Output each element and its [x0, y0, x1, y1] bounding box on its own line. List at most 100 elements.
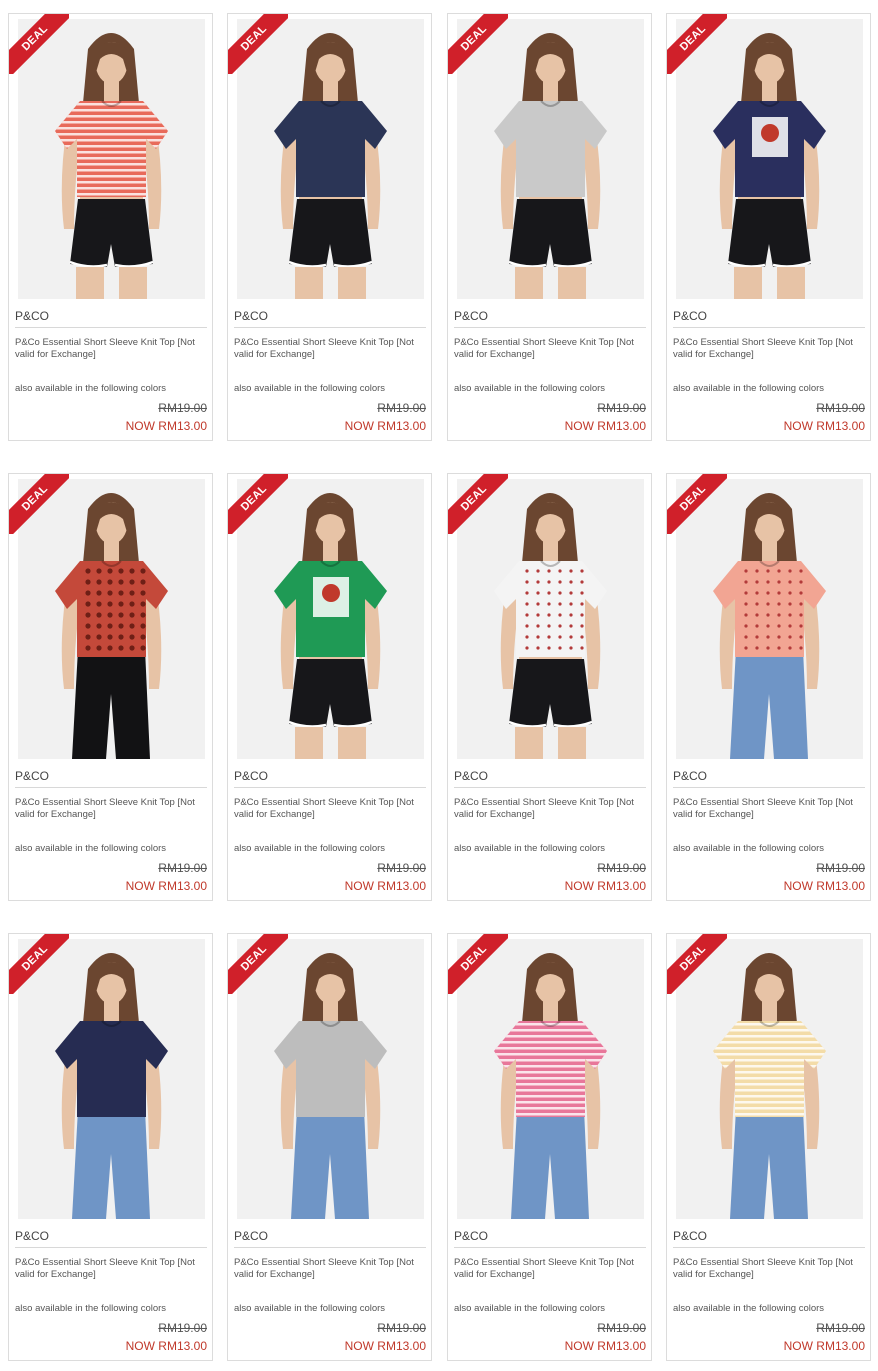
original-price: RM19.00 — [597, 861, 646, 875]
sale-price: NOW RM13.00 — [564, 879, 646, 893]
product-name[interactable]: P&Co Essential Short Sleeve Knit Top [No… — [15, 337, 211, 361]
divider — [15, 327, 207, 328]
deal-ribbon: DEAL — [228, 474, 288, 534]
divider — [234, 787, 426, 788]
product-name[interactable]: P&Co Essential Short Sleeve Knit Top [No… — [15, 1257, 211, 1281]
original-price: RM19.00 — [816, 861, 865, 875]
deal-label: DEAL — [19, 942, 51, 974]
colors-note: also available in the following colors — [234, 383, 386, 394]
original-price: RM19.00 — [377, 401, 426, 415]
colors-note: also available in the following colors — [15, 843, 167, 854]
sale-price: NOW RM13.00 — [564, 419, 646, 433]
product-grid: DEAL P&CO P&Co Essential Short Sleeve Kn… — [0, 0, 878, 1371]
deal-ribbon: DEAL — [228, 934, 288, 994]
product-name[interactable]: P&Co Essential Short Sleeve Knit Top [No… — [673, 797, 869, 821]
brand-name[interactable]: P&CO — [454, 309, 488, 323]
sale-price: NOW RM13.00 — [783, 879, 865, 893]
sale-price: NOW RM13.00 — [125, 1339, 207, 1353]
product-card[interactable]: DEAL P&CO P&Co Essential Short Sleeve Kn… — [447, 13, 652, 441]
original-price: RM19.00 — [377, 1321, 426, 1335]
product-name[interactable]: P&Co Essential Short Sleeve Knit Top [No… — [234, 1257, 430, 1281]
brand-name[interactable]: P&CO — [673, 1229, 707, 1243]
product-name[interactable]: P&Co Essential Short Sleeve Knit Top [No… — [454, 337, 650, 361]
divider — [15, 1247, 207, 1248]
divider — [454, 327, 646, 328]
deal-label: DEAL — [19, 22, 51, 54]
colors-note: also available in the following colors — [454, 383, 606, 394]
divider — [673, 1247, 865, 1248]
original-price: RM19.00 — [158, 861, 207, 875]
original-price: RM19.00 — [597, 1321, 646, 1335]
product-card[interactable]: DEAL P&CO P&Co Essential Short Sleeve Kn… — [227, 473, 432, 901]
original-price: RM19.00 — [158, 401, 207, 415]
product-card[interactable]: DEAL P&CO P&Co Essential Short Sleeve Kn… — [666, 933, 871, 1361]
brand-name[interactable]: P&CO — [234, 1229, 268, 1243]
divider — [15, 787, 207, 788]
product-name[interactable]: P&Co Essential Short Sleeve Knit Top [No… — [673, 1257, 869, 1281]
deal-ribbon: DEAL — [9, 934, 69, 994]
deal-ribbon: DEAL — [667, 14, 727, 74]
product-card[interactable]: DEAL P&CO P&Co Essential Short Sleeve Kn… — [8, 13, 213, 441]
product-card[interactable]: DEAL P&CO P&Co Essential Short Sleeve Kn… — [227, 933, 432, 1361]
deal-ribbon: DEAL — [448, 934, 508, 994]
deal-ribbon: DEAL — [9, 14, 69, 74]
deal-label: DEAL — [238, 22, 270, 54]
original-price: RM19.00 — [158, 1321, 207, 1335]
colors-note: also available in the following colors — [15, 1303, 167, 1314]
product-name[interactable]: P&Co Essential Short Sleeve Knit Top [No… — [673, 337, 869, 361]
sale-price: NOW RM13.00 — [783, 1339, 865, 1353]
brand-name[interactable]: P&CO — [234, 769, 268, 783]
sale-price: NOW RM13.00 — [783, 419, 865, 433]
colors-note: also available in the following colors — [673, 1303, 825, 1314]
colors-note: also available in the following colors — [673, 843, 825, 854]
brand-name[interactable]: P&CO — [15, 1229, 49, 1243]
sale-price: NOW RM13.00 — [344, 419, 426, 433]
sale-price: NOW RM13.00 — [344, 879, 426, 893]
divider — [234, 327, 426, 328]
product-name[interactable]: P&Co Essential Short Sleeve Knit Top [No… — [454, 797, 650, 821]
product-card[interactable]: DEAL P&CO P&Co Essential Short Sleeve Kn… — [8, 933, 213, 1361]
sale-price: NOW RM13.00 — [344, 1339, 426, 1353]
original-price: RM19.00 — [377, 861, 426, 875]
product-card[interactable]: DEAL P&CO P&Co Essential Short Sleeve Kn… — [666, 13, 871, 441]
sale-price: NOW RM13.00 — [564, 1339, 646, 1353]
divider — [673, 787, 865, 788]
brand-name[interactable]: P&CO — [454, 769, 488, 783]
product-card[interactable]: DEAL P&CO P&Co Essential Short Sleeve Kn… — [8, 473, 213, 901]
deal-ribbon: DEAL — [667, 474, 727, 534]
sale-price: NOW RM13.00 — [125, 419, 207, 433]
product-name[interactable]: P&Co Essential Short Sleeve Knit Top [No… — [234, 337, 430, 361]
deal-ribbon: DEAL — [448, 474, 508, 534]
deal-label: DEAL — [677, 22, 709, 54]
product-name[interactable]: P&Co Essential Short Sleeve Knit Top [No… — [15, 797, 211, 821]
deal-label: DEAL — [19, 482, 51, 514]
deal-label: DEAL — [458, 482, 490, 514]
divider — [234, 1247, 426, 1248]
original-price: RM19.00 — [597, 401, 646, 415]
deal-ribbon: DEAL — [228, 14, 288, 74]
deal-label: DEAL — [238, 482, 270, 514]
product-card[interactable]: DEAL P&CO P&Co Essential Short Sleeve Kn… — [447, 473, 652, 901]
colors-note: also available in the following colors — [15, 383, 167, 394]
brand-name[interactable]: P&CO — [454, 1229, 488, 1243]
colors-note: also available in the following colors — [673, 383, 825, 394]
product-card[interactable]: DEAL P&CO P&Co Essential Short Sleeve Kn… — [227, 13, 432, 441]
deal-label: DEAL — [677, 942, 709, 974]
product-name[interactable]: P&Co Essential Short Sleeve Knit Top [No… — [234, 797, 430, 821]
brand-name[interactable]: P&CO — [673, 309, 707, 323]
divider — [454, 1247, 646, 1248]
original-price: RM19.00 — [816, 1321, 865, 1335]
brand-name[interactable]: P&CO — [673, 769, 707, 783]
brand-name[interactable]: P&CO — [234, 309, 268, 323]
colors-note: also available in the following colors — [234, 843, 386, 854]
product-name[interactable]: P&Co Essential Short Sleeve Knit Top [No… — [454, 1257, 650, 1281]
original-price: RM19.00 — [816, 401, 865, 415]
deal-ribbon: DEAL — [667, 934, 727, 994]
sale-price: NOW RM13.00 — [125, 879, 207, 893]
deal-label: DEAL — [458, 942, 490, 974]
product-card[interactable]: DEAL P&CO P&Co Essential Short Sleeve Kn… — [666, 473, 871, 901]
brand-name[interactable]: P&CO — [15, 309, 49, 323]
product-card[interactable]: DEAL P&CO P&Co Essential Short Sleeve Kn… — [447, 933, 652, 1361]
deal-ribbon: DEAL — [448, 14, 508, 74]
brand-name[interactable]: P&CO — [15, 769, 49, 783]
